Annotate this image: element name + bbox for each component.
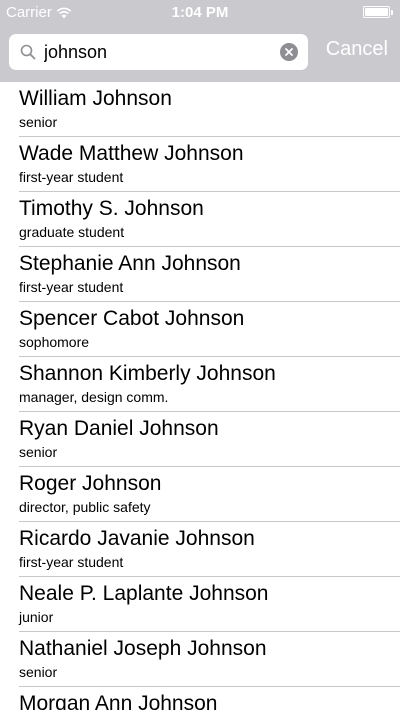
person-name: Timothy S. Johnson [19,197,204,220]
person-name: Ricardo Javanie Johnson [19,527,255,550]
person-role: director, public safety [19,499,151,515]
search-icon [20,44,36,60]
list-item[interactable]: Stephanie Ann Johnson first-year student [0,247,400,302]
person-name: William Johnson [19,87,172,110]
status-bar: Carrier 1:04 PM [0,0,400,24]
clock: 1:04 PM [171,4,229,21]
person-role: first-year student [19,279,124,295]
person-name: Roger Johnson [19,472,162,495]
list-item[interactable]: Wade Matthew Johnson first-year student [0,137,400,192]
cancel-button[interactable]: Cancel [326,38,388,61]
clear-icon[interactable] [280,43,298,61]
list-item[interactable]: Timothy S. Johnson graduate student [0,192,400,247]
person-role: first-year student [19,169,124,185]
search-header: Carrier 1:04 PM Cancel [0,0,400,82]
list-item[interactable]: William Johnson senior [0,82,400,137]
list-item[interactable]: Roger Johnson director, public safety [0,467,400,522]
person-name: Neale P. Laplante Johnson [19,582,269,605]
list-item[interactable]: Nathaniel Joseph Johnson senior [0,632,400,687]
list-item[interactable]: Ricardo Javanie Johnson first-year stude… [0,522,400,577]
person-name: Nathaniel Joseph Johnson [19,637,267,660]
person-role: manager, design comm. [19,389,169,405]
search-input[interactable] [44,40,274,64]
person-role: senior [19,444,58,460]
person-name: Shannon Kimberly Johnson [19,362,276,385]
person-role: first-year student [19,554,124,570]
list-item[interactable]: Neale P. Laplante Johnson junior [0,577,400,632]
list-item[interactable]: Morgan Ann Johnson [0,687,400,710]
person-role: junior [19,609,54,625]
results-list[interactable]: William Johnson senior Wade Matthew John… [0,82,400,710]
list-item[interactable]: Ryan Daniel Johnson senior [0,412,400,467]
search-field[interactable] [9,34,308,70]
battery-icon [363,6,393,18]
person-role: graduate student [19,224,125,240]
person-name: Spencer Cabot Johnson [19,307,245,330]
person-role: sophomore [19,334,90,350]
person-name: Wade Matthew Johnson [19,142,244,165]
person-name: Stephanie Ann Johnson [19,252,241,275]
person-role: senior [19,114,58,130]
person-role: senior [19,664,58,680]
person-name: Ryan Daniel Johnson [19,417,219,440]
person-name: Morgan Ann Johnson [19,692,218,710]
list-item[interactable]: Shannon Kimberly Johnson manager, design… [0,357,400,412]
list-item[interactable]: Spencer Cabot Johnson sophomore [0,302,400,357]
